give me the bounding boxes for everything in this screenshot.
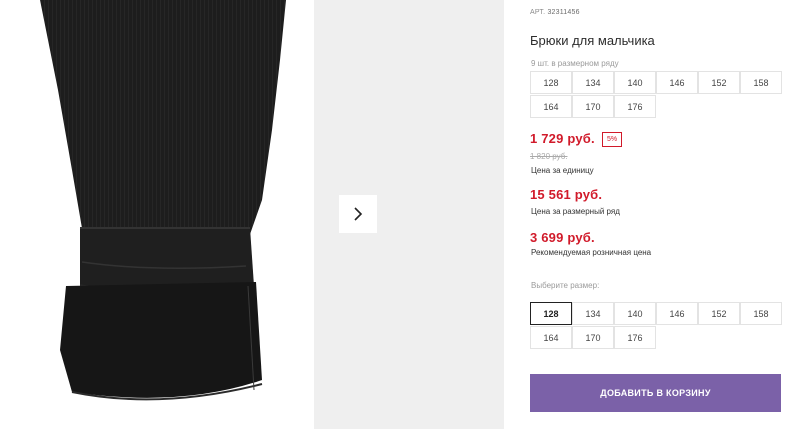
pack-size-cell: 128 [530,71,572,94]
pack-price: 15 561 руб. [530,187,603,202]
pack-size-cell: 140 [614,71,656,94]
article-label: АРТ. [530,9,546,16]
product-title: Брюки для мальчика [530,33,655,48]
article-value: 32311456 [547,9,580,16]
size-option[interactable]: 158 [740,302,782,325]
size-option[interactable]: 134 [572,302,614,325]
size-option[interactable]: 140 [614,302,656,325]
retail-price-caption: Рекомендуемая розничная цена [531,248,652,257]
article-number: АРТ. 32311456 [530,9,580,16]
pack-size-cell: 152 [698,71,740,94]
product-gallery [0,0,505,429]
old-price: 1 820 руб. [530,152,568,161]
pack-size-cell: 158 [740,71,782,94]
pack-size-cell: 134 [572,71,614,94]
pack-price-caption: Цена за размерный ряд [531,207,620,216]
size-option[interactable]: 176 [614,326,656,349]
product-photo[interactable] [0,0,302,429]
unit-price: 1 729 руб. [530,131,595,146]
gallery-next-button[interactable] [339,195,377,233]
pack-size-cell: 164 [530,95,572,118]
unit-price-caption: Цена за единицу [531,166,594,175]
discount-badge: 5% [602,132,622,147]
pack-hint: 9 шт. в размерном ряду [531,59,619,68]
pack-size-cell: 176 [614,95,656,118]
pants-leg-image [40,0,286,401]
add-to-cart-button[interactable]: ДОБАВИТЬ В КОРЗИНУ [530,374,781,412]
size-option[interactable]: 152 [698,302,740,325]
retail-price: 3 699 руб. [530,230,595,245]
size-option[interactable]: 170 [572,326,614,349]
size-option[interactable]: 146 [656,302,698,325]
size-option-selected[interactable]: 128 [530,302,572,325]
size-select-label: Выберите размер: [531,281,600,290]
chevron-right-icon [354,207,363,221]
pack-size-cell: 170 [572,95,614,118]
pack-size-cell: 146 [656,71,698,94]
size-option[interactable]: 164 [530,326,572,349]
